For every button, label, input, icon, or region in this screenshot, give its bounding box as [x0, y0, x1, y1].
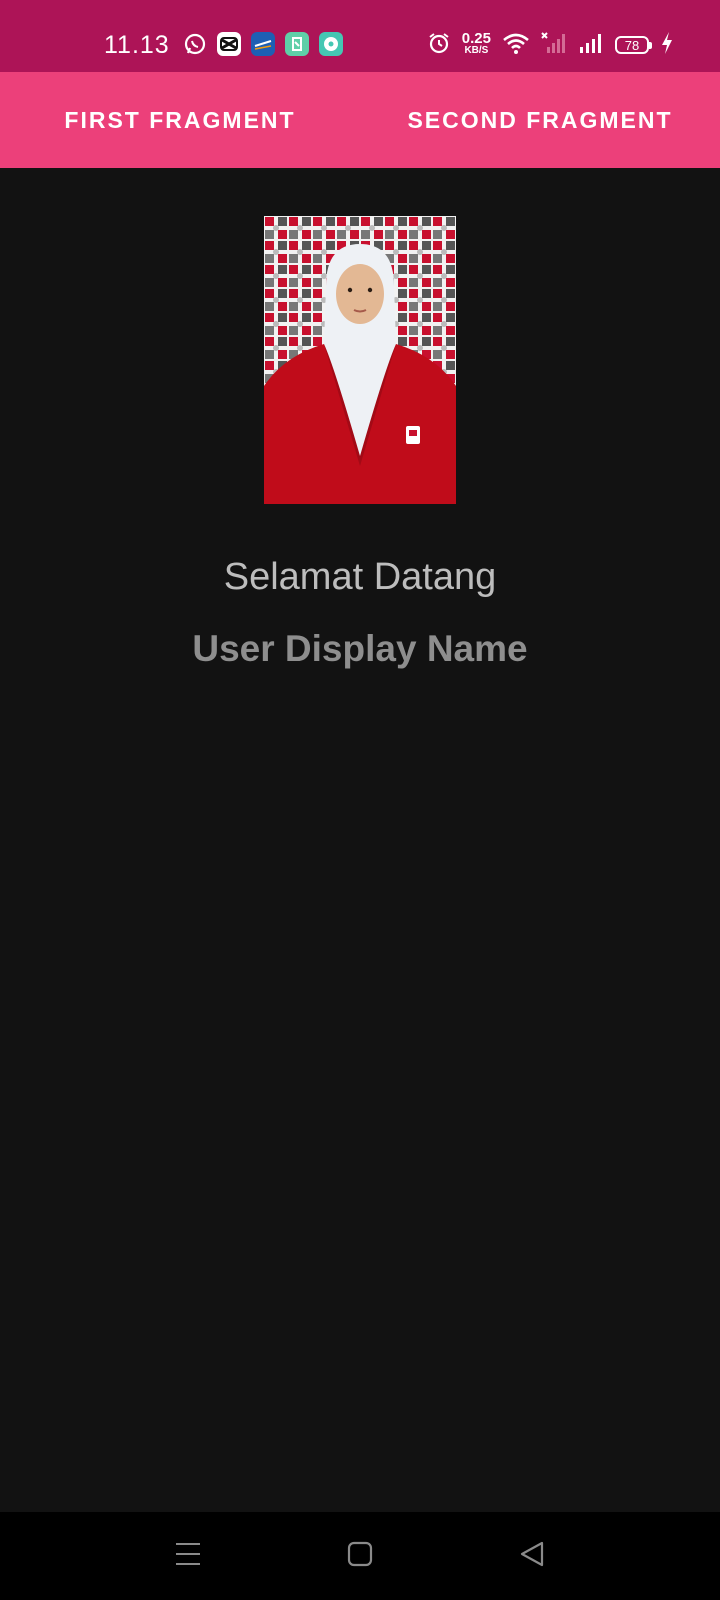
status-bar: 11.13 0.25 KB/S 78	[0, 0, 720, 72]
signal-no-service-icon	[541, 31, 567, 60]
battery-icon: 78	[615, 36, 652, 54]
welcome-text: Selamat Datang	[223, 556, 497, 598]
capcut-icon	[217, 32, 241, 56]
back-icon	[518, 1540, 546, 1573]
wifi-icon	[502, 31, 530, 60]
profile-photo	[264, 216, 456, 504]
messenger-icon	[319, 32, 343, 56]
back-button[interactable]	[510, 1534, 554, 1578]
whatsapp-icon	[183, 32, 207, 56]
network-speed-unit: KB/S	[464, 45, 489, 56]
kai-access-icon	[251, 32, 275, 56]
network-speed: 0.25 KB/S	[461, 30, 491, 57]
tab-first-fragment[interactable]: FIRST FRAGMENT	[0, 72, 360, 168]
user-display-name: User Display Name	[192, 628, 528, 669]
status-time: 11.13	[104, 31, 170, 59]
alarm-icon	[427, 31, 451, 60]
tab-bar: FIRST FRAGMENT SECOND FRAGMENT	[0, 72, 720, 168]
app-screen: 11.13 0.25 KB/S 78 FIRST FRAGMENT SECOND…	[0, 0, 720, 1600]
tab-first-fragment-label: FIRST FRAGMENT	[64, 106, 296, 133]
app-icon	[285, 32, 309, 56]
tab-second-fragment[interactable]: SECOND FRAGMENT	[360, 72, 720, 168]
network-speed-value: 0.25	[461, 30, 491, 47]
signal-icon	[578, 31, 604, 60]
home-button[interactable]	[338, 1534, 382, 1578]
notification-icons	[183, 32, 343, 56]
status-right-group: 0.25 KB/S 78	[427, 28, 674, 62]
charging-icon	[660, 31, 674, 60]
home-icon	[346, 1540, 374, 1573]
menu-icon	[174, 1540, 202, 1573]
recent-apps-button[interactable]	[166, 1534, 210, 1578]
navigation-bar	[0, 1512, 720, 1600]
tab-second-fragment-label: SECOND FRAGMENT	[407, 106, 673, 133]
